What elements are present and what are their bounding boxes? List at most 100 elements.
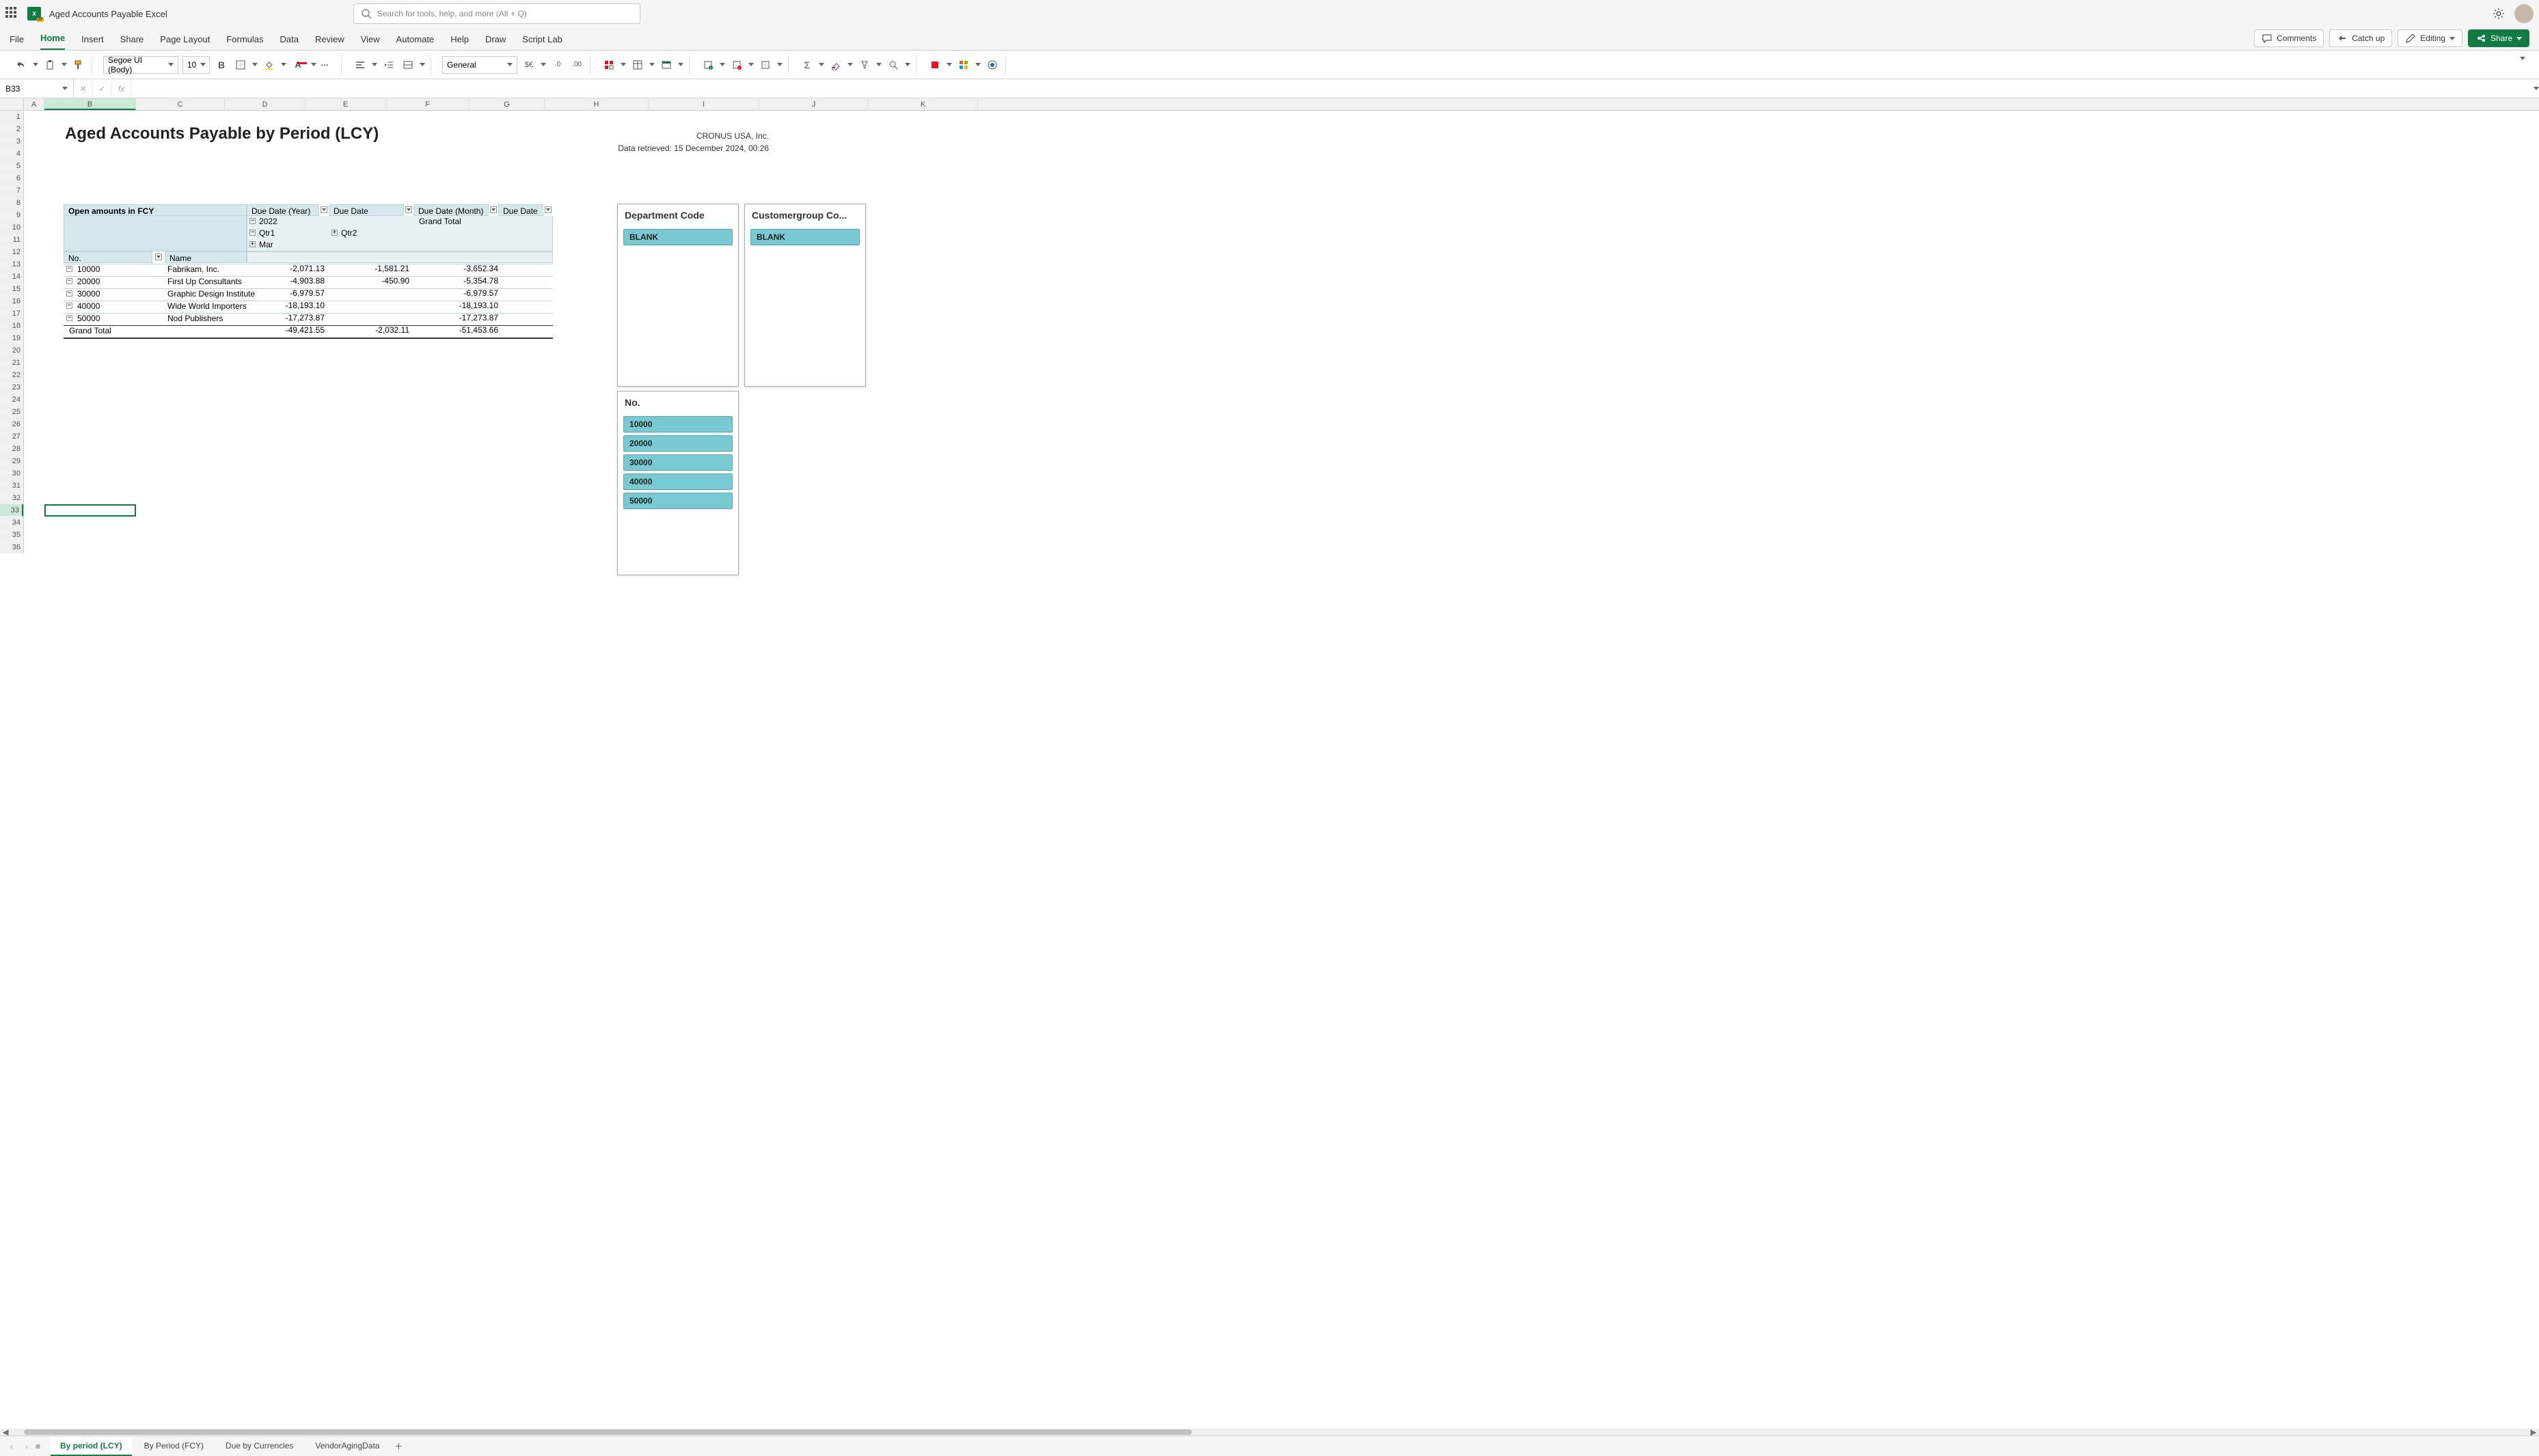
delete-cells-button[interactable]: − — [729, 57, 744, 72]
bold-button[interactable]: B — [214, 57, 229, 72]
row-headers[interactable]: 1234567891011121314151617181920212223242… — [0, 111, 24, 553]
sheet-tab[interactable]: VendorAgingData — [306, 1437, 389, 1456]
spreadsheet-grid[interactable]: ABCDEFGHIJK 1234567891011121314151617181… — [0, 98, 2539, 1429]
analyze-dropdown[interactable] — [975, 63, 981, 66]
all-sheets-button[interactable]: ≡ — [36, 1442, 48, 1451]
row-header[interactable]: 9 — [0, 209, 23, 221]
row-header[interactable]: 10 — [0, 221, 23, 234]
slicer-customergroup-code[interactable]: Customergroup Co... BLANK — [744, 204, 866, 387]
collapse-year[interactable]: − — [249, 218, 256, 224]
align-button[interactable] — [353, 57, 368, 72]
row-header[interactable]: 33 — [0, 504, 23, 517]
copilot-button[interactable] — [985, 57, 1000, 72]
sheet-tab[interactable]: By Period (FCY) — [135, 1437, 213, 1456]
ribbon-tab-home[interactable]: Home — [40, 33, 65, 50]
ribbon-tab-data[interactable]: Data — [280, 34, 299, 50]
row-header[interactable]: 2 — [0, 123, 23, 135]
column-header[interactable]: F — [386, 98, 470, 110]
comments-button[interactable]: Comments — [2254, 29, 2324, 47]
row-header[interactable]: 12 — [0, 246, 23, 258]
font-color-button[interactable]: A — [290, 57, 306, 72]
ribbon-tab-page-layout[interactable]: Page Layout — [160, 34, 210, 50]
slicer-item[interactable]: 30000 — [623, 454, 733, 471]
analyze-data-button[interactable] — [956, 57, 971, 72]
editing-mode-button[interactable]: Editing — [2398, 29, 2462, 47]
share-button[interactable]: Share — [2468, 29, 2529, 47]
slicer-no[interactable]: No. 1000020000300004000050000 — [617, 391, 739, 575]
row-header[interactable]: 4 — [0, 148, 23, 160]
row-header[interactable]: 35 — [0, 529, 23, 541]
sort-dropdown[interactable] — [876, 63, 882, 66]
column-header[interactable]: K — [869, 98, 978, 110]
row-header[interactable]: 22 — [0, 369, 23, 381]
column-headers[interactable]: ABCDEFGHIJK — [24, 98, 2539, 111]
pivot-month-filter[interactable] — [490, 206, 497, 213]
row-header[interactable]: 20 — [0, 344, 23, 357]
collapse-row[interactable]: − — [66, 266, 72, 272]
borders-button[interactable] — [233, 57, 248, 72]
formula-cancel-button[interactable]: ✕ — [74, 79, 93, 98]
undo-dropdown[interactable] — [33, 63, 38, 66]
row-header[interactable]: 6 — [0, 172, 23, 184]
fill-color-dropdown[interactable] — [281, 63, 286, 66]
addins-dropdown[interactable] — [947, 63, 952, 66]
pivot-year-filter[interactable] — [321, 206, 327, 213]
name-box[interactable]: B33 — [0, 79, 74, 98]
row-header[interactable]: 21 — [0, 357, 23, 369]
increase-decimal-button[interactable]: .0 — [550, 57, 565, 72]
scroll-left-arrow[interactable]: ◀ — [1, 1429, 10, 1436]
scroll-right-arrow[interactable]: ▶ — [2529, 1429, 2538, 1436]
row-header[interactable]: 27 — [0, 430, 23, 443]
expand-qtr2[interactable]: + — [331, 230, 338, 236]
ribbon-tab-view[interactable]: View — [361, 34, 380, 50]
slicer-item[interactable]: 50000 — [623, 493, 733, 509]
row-header[interactable]: 26 — [0, 418, 23, 430]
accounting-format-button[interactable]: $€ — [521, 57, 537, 72]
document-title[interactable]: Aged Accounts Payable Excel — [49, 9, 167, 19]
conditional-format-button[interactable] — [601, 57, 616, 72]
row-header[interactable]: 7 — [0, 184, 23, 197]
wrap-merge-button[interactable] — [400, 57, 416, 72]
column-header[interactable]: G — [470, 98, 545, 110]
column-header[interactable]: I — [649, 98, 759, 110]
ribbon-tab-script-lab[interactable]: Script Lab — [522, 34, 562, 50]
sheet-prev-button[interactable]: ‹ — [5, 1440, 18, 1453]
pivot-no-filter[interactable] — [155, 253, 162, 260]
formula-accept-button[interactable]: ✓ — [93, 79, 112, 98]
column-header[interactable]: A — [24, 98, 44, 110]
format-table-button[interactable] — [630, 57, 645, 72]
styles-dropdown[interactable] — [678, 63, 683, 66]
formula-input[interactable] — [131, 79, 2524, 98]
row-header[interactable]: 29 — [0, 455, 23, 467]
cells-area[interactable]: Aged Accounts Payable by Period (LCY) CR… — [24, 111, 2539, 1429]
ribbon-tab-file[interactable]: File — [10, 34, 24, 50]
row-header[interactable]: 3 — [0, 135, 23, 148]
font-name-select[interactable]: Segoe UI (Body) — [103, 56, 178, 74]
column-header[interactable]: H — [545, 98, 649, 110]
ribbon-tab-help[interactable]: Help — [450, 34, 469, 50]
row-header[interactable]: 23 — [0, 381, 23, 394]
cond-format-dropdown[interactable] — [621, 63, 626, 66]
collapse-row[interactable]: − — [66, 290, 72, 297]
find-dropdown[interactable] — [905, 63, 910, 66]
row-header[interactable]: 36 — [0, 541, 23, 553]
row-header[interactable]: 13 — [0, 258, 23, 271]
insert-cells-button[interactable]: + — [701, 57, 716, 72]
slicer-item[interactable]: 40000 — [623, 473, 733, 490]
number-format-select[interactable]: General — [442, 56, 517, 74]
slicer-item[interactable]: BLANK — [750, 229, 860, 245]
row-header[interactable]: 28 — [0, 443, 23, 455]
merge-dropdown[interactable] — [420, 63, 425, 66]
row-header[interactable]: 11 — [0, 234, 23, 246]
ribbon-tab-automate[interactable]: Automate — [396, 34, 435, 50]
paste-button[interactable] — [42, 57, 57, 72]
pivot-quarter-filter[interactable] — [405, 206, 412, 213]
row-header[interactable]: 19 — [0, 332, 23, 344]
row-header[interactable]: 8 — [0, 197, 23, 209]
font-more-button[interactable]: ⋯ — [321, 60, 336, 70]
column-header[interactable]: C — [136, 98, 225, 110]
slicer-item[interactable]: BLANK — [623, 229, 733, 245]
row-header[interactable]: 32 — [0, 492, 23, 504]
ribbon-tab-share[interactable]: Share — [120, 34, 144, 50]
scroll-thumb[interactable] — [24, 1429, 1192, 1435]
